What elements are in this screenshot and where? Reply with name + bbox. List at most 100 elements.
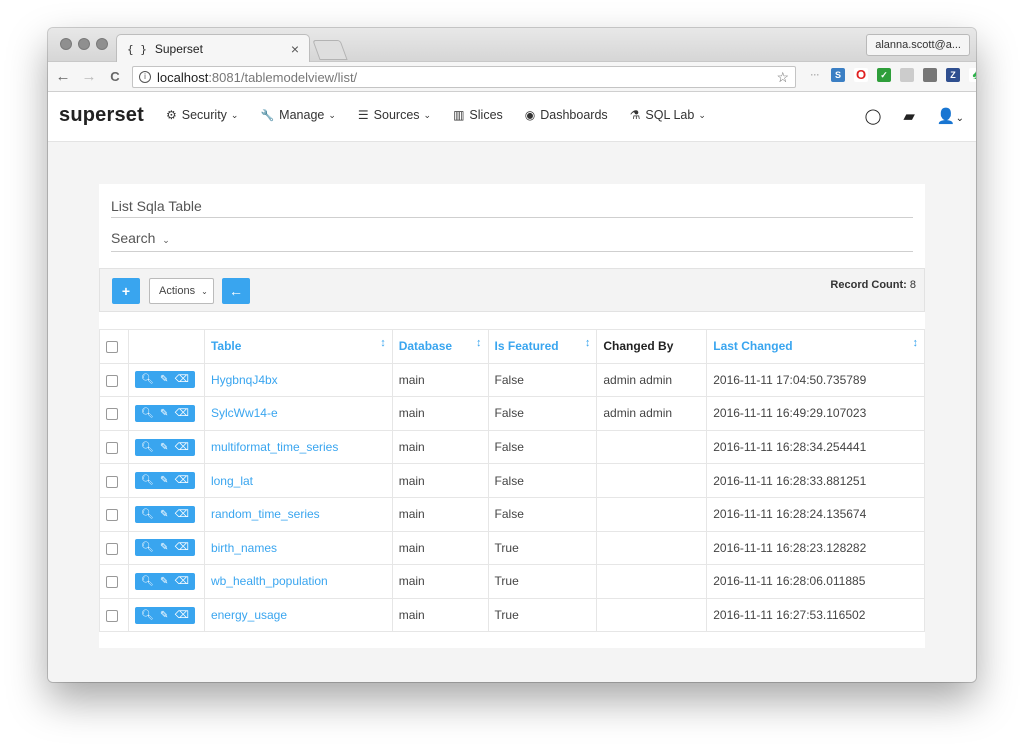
favicon-icon: { } — [127, 42, 147, 56]
row-checkbox[interactable] — [106, 475, 118, 488]
row-checkbox[interactable] — [106, 441, 118, 454]
chevron-down-icon: ⌄ — [201, 287, 208, 296]
add-record-button[interactable]: + — [112, 278, 140, 304]
user-menu[interactable]: 👤⌄ — [937, 107, 964, 125]
edit-icon[interactable]: ✎ — [160, 607, 168, 624]
edit-icon[interactable]: ✎ — [160, 573, 168, 590]
sort-icon: ↕ — [912, 337, 919, 349]
square-extension-icon[interactable] — [923, 68, 937, 82]
database-cell: main — [391, 496, 489, 532]
eraser-icon[interactable]: ⌫ — [175, 539, 189, 556]
database-icon: ☰ — [357, 108, 369, 122]
edit-icon[interactable]: ✎ — [160, 439, 168, 456]
close-tab-icon[interactable]: × — [291, 41, 299, 57]
row-checkbox[interactable] — [106, 408, 118, 421]
search-icon[interactable]: 🔍︎ — [141, 439, 154, 456]
table-name-link[interactable]: birth_names — [203, 530, 393, 566]
search-icon[interactable]: 🔍︎ — [141, 371, 154, 388]
is-featured-cell: False — [487, 362, 598, 398]
row-checkbox[interactable] — [106, 609, 118, 622]
row-action-buttons: 🔍︎ ✎ ⌫ — [134, 539, 195, 557]
search-icon[interactable]: 🔍︎ — [141, 405, 154, 422]
row-checkbox[interactable] — [106, 576, 118, 589]
actions-dropdown[interactable]: Actions ⌄ — [149, 278, 214, 304]
menu-sql-lab[interactable]: ⚗ SQL Lab ⌄ — [630, 108, 706, 122]
more-extensions-icon[interactable]: ··· — [808, 68, 822, 82]
profile-button[interactable]: alanna.scott@a... — [866, 34, 970, 56]
green-extension-icon[interactable]: ✓ — [877, 68, 891, 82]
eraser-icon[interactable]: ⌫ — [175, 371, 189, 388]
table-name-link[interactable]: random_time_series — [203, 496, 393, 532]
search-toggle[interactable]: Search ⌄ — [111, 230, 913, 252]
search-icon[interactable]: 🔍︎ — [141, 506, 154, 523]
edit-icon[interactable]: ✎ — [160, 472, 168, 489]
edit-icon[interactable]: ✎ — [160, 506, 168, 523]
table-name-link[interactable]: SylcWw14-e — [203, 396, 393, 431]
close-window-button[interactable] — [60, 38, 72, 50]
opera-extension-icon[interactable]: O — [854, 68, 868, 82]
github-icon[interactable]: ◯ — [865, 107, 882, 125]
back-button[interactable]: ← — [222, 278, 250, 304]
row-action-buttons: 🔍︎ ✎ ⌫ — [134, 371, 195, 389]
back-icon[interactable]: ← — [52, 68, 74, 85]
z-extension-icon[interactable]: Z — [946, 68, 960, 82]
minimize-window-button[interactable] — [78, 38, 90, 50]
superset-app: superset ⚙ Security ⌄ 🔧 Manage ⌄ ☰ Sourc… — [48, 92, 976, 682]
table-name-link[interactable]: long_lat — [203, 463, 393, 498]
row-checkbox[interactable] — [106, 509, 118, 522]
column-header-table[interactable]: Table ↕ — [203, 329, 393, 364]
chevron-down-icon: ⌄ — [955, 113, 964, 124]
edit-icon[interactable]: ✎ — [160, 405, 168, 422]
eraser-icon[interactable]: ⌫ — [175, 573, 189, 590]
menu-manage[interactable]: 🔧 Manage ⌄ — [260, 108, 335, 122]
menu-dashboards-label: Dashboards — [540, 108, 608, 122]
eraser-icon[interactable]: ⌫ — [175, 506, 189, 523]
row-checkbox[interactable] — [106, 374, 118, 387]
row-action-buttons: 🔍︎ ✎ ⌫ — [134, 606, 195, 624]
table-name-link[interactable]: multiformat_time_series — [203, 429, 393, 465]
search-icon[interactable]: 🔍︎ — [141, 607, 154, 624]
search-icon[interactable]: 🔍︎ — [141, 539, 154, 556]
superset-logo[interactable]: superset — [59, 104, 144, 127]
table-name-link[interactable]: wb_health_population — [203, 564, 393, 599]
column-header-last-changed[interactable]: Last Changed ↕ — [706, 329, 925, 364]
table-body: 🔍︎ ✎ ⌫ HygbnqJ4bx main False admin admin 2… — [99, 362, 925, 633]
documentation-icon[interactable]: ▰ — [903, 107, 915, 125]
new-tab-button[interactable] — [312, 40, 348, 60]
search-icon[interactable]: 🔍︎ — [141, 472, 154, 489]
menu-security[interactable]: ⚙ Security ⌄ — [166, 108, 238, 122]
table-name-link[interactable]: energy_usage — [203, 597, 393, 633]
column-header-is-featured[interactable]: Is Featured ↕ — [487, 329, 598, 364]
eraser-icon[interactable]: ⌫ — [175, 439, 189, 456]
row-action-buttons: 🔍︎ ✎ ⌫ — [134, 572, 195, 590]
menu-sources[interactable]: ☰ Sources ⌄ — [358, 108, 431, 122]
evernote-extension-icon[interactable]: ♠ — [969, 68, 976, 82]
eraser-icon[interactable]: ⌫ — [175, 472, 189, 489]
is-featured-cell: False — [487, 463, 598, 498]
last-changed-cell: 2016-11-11 16:28:23.128282 — [706, 530, 925, 566]
forward-icon[interactable]: → — [78, 68, 100, 85]
column-header-database[interactable]: Database ↕ — [391, 329, 489, 364]
table-header-row: Table ↕ Database ↕ Is Featured ↕ Changed By… — [99, 329, 925, 364]
select-all-checkbox[interactable] — [106, 341, 118, 354]
bookmark-star-icon[interactable]: ☆ — [776, 69, 789, 86]
address-bar[interactable]: i localhost:8081/tablemodelview/list/ ☆ — [132, 66, 796, 88]
maximize-window-button[interactable] — [96, 38, 108, 50]
gray-extension-icon[interactable] — [900, 68, 914, 82]
table-name-link[interactable]: HygbnqJ4bx — [203, 362, 393, 398]
changed-by-cell — [596, 429, 708, 465]
eraser-icon[interactable]: ⌫ — [175, 607, 189, 624]
edit-icon[interactable]: ✎ — [160, 539, 168, 556]
changed-by-cell — [596, 564, 708, 599]
browser-tab[interactable]: { } Superset × — [116, 34, 310, 63]
eraser-icon[interactable]: ⌫ — [175, 405, 189, 422]
s-extension-icon[interactable]: S — [831, 68, 845, 82]
menu-dashboards[interactable]: ◉ Dashboards — [525, 108, 608, 122]
table-row: 🔍︎ ✎ ⌫ SylcWw14-e main False admin admin 2… — [99, 396, 925, 431]
reload-icon[interactable]: C — [104, 69, 126, 84]
row-checkbox[interactable] — [106, 542, 118, 555]
info-icon[interactable]: i — [139, 71, 151, 83]
menu-slices[interactable]: ▥ Slices — [453, 108, 503, 122]
edit-icon[interactable]: ✎ — [160, 371, 168, 388]
search-icon[interactable]: 🔍︎ — [141, 573, 154, 590]
